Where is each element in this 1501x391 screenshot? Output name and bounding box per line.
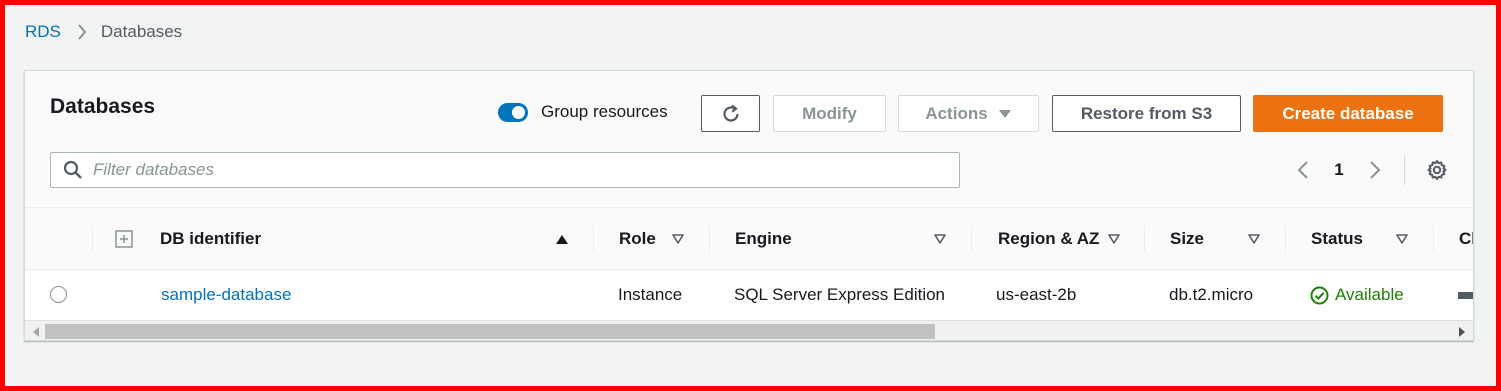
filter-databases-input[interactable] [93,160,959,180]
breadcrumb: RDS Databases [25,20,182,44]
refresh-button[interactable] [701,95,760,132]
breadcrumb-rds-link[interactable]: RDS [25,22,61,42]
column-separator [92,226,93,252]
table-header: DB identifier Role Engine Region & AZ Si… [25,208,1473,270]
column-header-status[interactable]: Status [1311,208,1363,270]
caret-down-icon [998,109,1012,119]
size-cell: db.t2.micro [1169,285,1254,304]
panel-header: Databases Group resources Modify Actions… [25,71,1473,208]
filter-databases-field[interactable] [50,152,960,188]
group-resources-label: Group resources [541,102,668,121]
scrollbar-thumb[interactable] [45,324,935,339]
search-icon [63,160,83,180]
partial-cell [1458,292,1473,299]
toggle-knob [512,105,525,119]
column-separator [1285,226,1286,252]
horizontal-scrollbar[interactable] [25,320,1473,340]
check-circle-icon [1310,286,1329,305]
db-identifier-link[interactable]: sample-database [161,270,291,320]
restore-from-s3-button[interactable]: Restore from S3 [1052,95,1241,132]
sort-icon[interactable] [1247,232,1261,246]
chevron-right-icon [77,23,87,41]
group-resources-toggle[interactable]: Group resources [498,102,668,122]
column-header-engine[interactable]: Engine [735,208,792,270]
region-az-cell: us-east-2b [996,285,1077,304]
sort-icon[interactable] [1107,232,1121,246]
column-separator [593,226,594,252]
databases-panel: Databases Group resources Modify Actions… [24,70,1474,341]
engine-cell: SQL Server Express Edition [734,285,946,304]
chevron-right-icon[interactable] [1365,157,1385,183]
column-separator [1433,226,1434,252]
sort-icon[interactable] [671,232,685,246]
column-separator [971,226,972,252]
refresh-icon [720,103,742,125]
column-header-size[interactable]: Size [1170,208,1204,270]
column-separator [709,226,710,252]
sort-icon[interactable] [933,232,947,246]
column-separator [1144,226,1145,252]
create-database-button[interactable]: Create database [1253,95,1443,132]
pagination-divider [1404,155,1405,185]
role-cell: Instance [618,285,683,304]
chevron-left-icon[interactable] [1293,157,1313,183]
expand-icon[interactable] [115,230,133,248]
gear-icon[interactable] [1426,159,1448,181]
sort-icon[interactable] [1395,232,1409,246]
status-cell: Available [1310,270,1404,320]
column-header-region-az[interactable]: Region & AZ [998,208,1099,270]
toggle-switch[interactable] [498,102,528,122]
scroll-right-icon[interactable] [1456,326,1468,338]
column-header-role[interactable]: Role [619,208,656,270]
sort-ascending-icon[interactable] [555,232,569,246]
column-header-partial[interactable]: Cl [1459,208,1473,270]
table-row[interactable]: sample-database Instance SQL Server Expr… [25,270,1473,320]
actions-dropdown[interactable]: Actions [898,95,1039,132]
current-page-number[interactable]: 1 [1313,160,1365,180]
modify-button[interactable]: Modify [773,95,886,132]
actions-label: Actions [925,103,988,123]
scroll-left-icon[interactable] [30,326,42,338]
column-header-db-identifier[interactable]: DB identifier [160,208,261,270]
pagination: 1 [1293,157,1385,183]
breadcrumb-current: Databases [100,22,183,41]
row-select-radio[interactable] [50,286,67,303]
panel-title: Databases [50,95,156,118]
status-text: Available [1335,285,1404,304]
